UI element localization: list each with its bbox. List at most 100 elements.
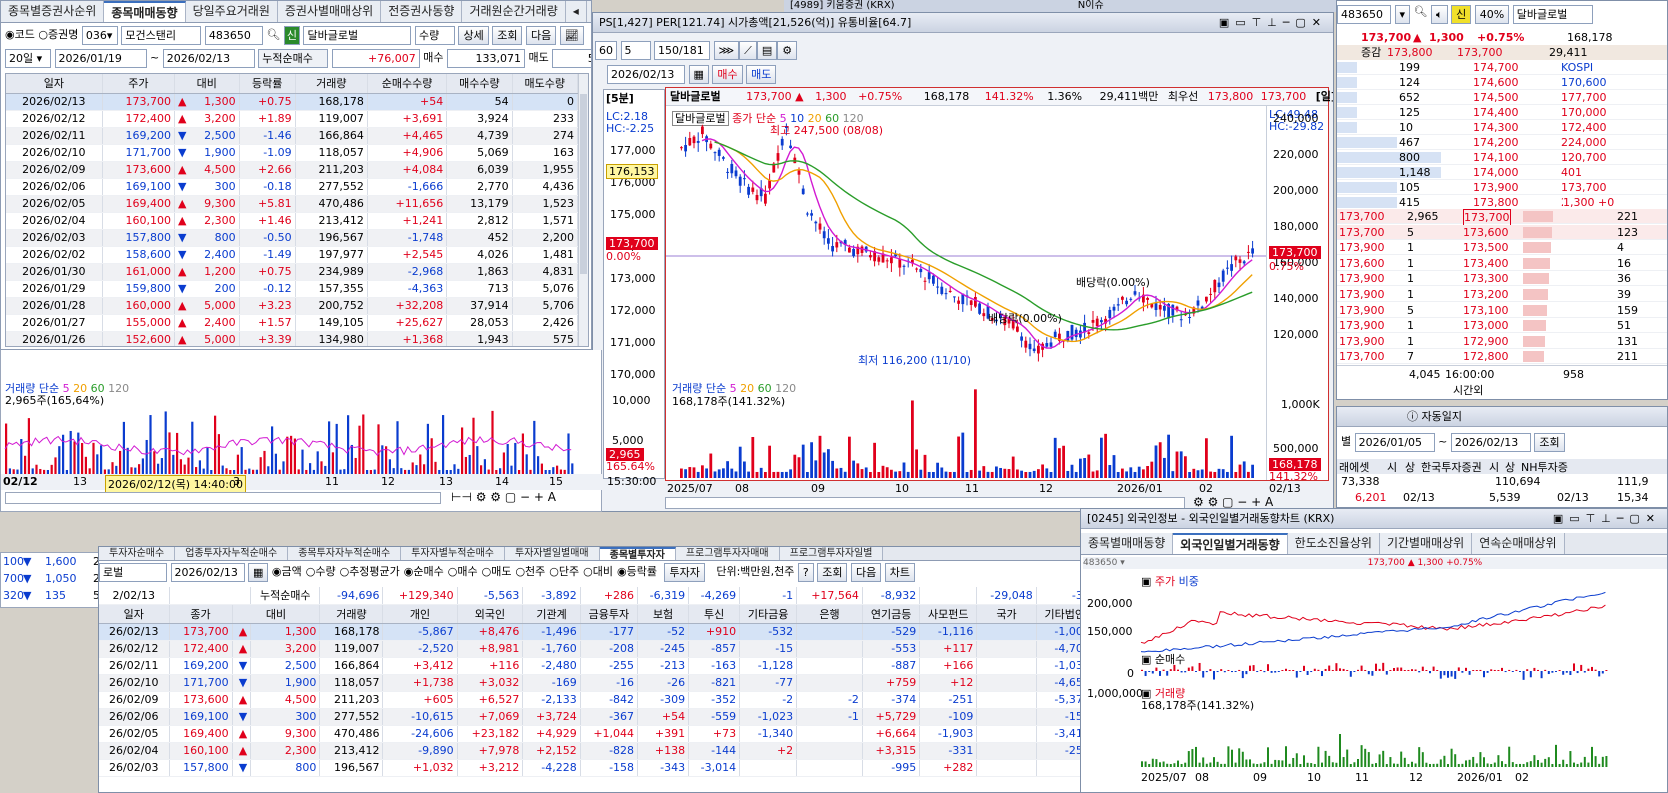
radio-name[interactable]: ○증권명 xyxy=(38,28,78,41)
table-row[interactable]: 2026/02/03 157,800 ▼ 800 -0.50 196,567 -1,748 4… xyxy=(6,229,579,247)
chart-icon[interactable]: 📈︎ xyxy=(559,26,584,45)
code-prefix-select[interactable]: 036▾ xyxy=(81,26,118,45)
table-row[interactable]: 2026/01/28 160,000 ▲ 5,000 +3.23 200,752 +32,2… xyxy=(6,297,579,315)
minute-zoom-tools[interactable]: ⊢⊣ ⚙ ⚙ ▢ − + A xyxy=(451,490,556,504)
left-col-7[interactable]: 매도수량 xyxy=(512,74,579,94)
table-row[interactable]: 26/02/06 169,100 ▼ 300 277,552 -10,615 +7,069 +… xyxy=(99,708,1149,726)
investor-calendar-icon[interactable]: ▦ xyxy=(248,563,269,582)
table-row[interactable]: 26/02/12 172,400 ▲ 3,200 119,007 -2,520 +8,981… xyxy=(99,640,1149,658)
left-tab-1[interactable]: 종목매매동향 xyxy=(104,1,186,22)
investor-stock[interactable]: 로벌 xyxy=(99,563,167,582)
left-grid-scrollbar[interactable] xyxy=(578,74,588,346)
table-row[interactable]: 26/02/10 171,700 ▼ 1,900 118,057 +1,738 +3,032… xyxy=(99,674,1149,692)
investor-col-1[interactable]: 종가 xyxy=(169,604,233,624)
stock-code-field[interactable]: 483650 xyxy=(204,26,263,45)
ob-bid-row[interactable]: 173,600 1 173,400 16 xyxy=(1337,256,1667,271)
gear-icon[interactable]: ⚙ xyxy=(777,41,798,60)
ob-ask-row[interactable]: 10 174,300 172,400 xyxy=(1337,120,1667,135)
investor-button[interactable]: 투자자 xyxy=(664,563,705,582)
n60-field[interactable]: 60 xyxy=(595,41,617,60)
foreign-tab-4[interactable]: 연속순매매상위 xyxy=(1472,533,1565,554)
tab-prev-icon[interactable]: ◂ xyxy=(565,1,587,22)
table-row[interactable]: 2026/01/29 159,800 ▼ 200 -0.12 157,355 -4,363 7… xyxy=(6,280,579,298)
table-row[interactable]: 2026/02/02 158,600 ▼ 2,400 -1.49 197,977 +2,54… xyxy=(6,246,579,264)
chart-date[interactable]: 2026/02/13 xyxy=(607,65,685,84)
investor-col-3[interactable]: 거래량 xyxy=(319,604,384,624)
investor-opt-5[interactable]: ○매도 xyxy=(482,565,512,578)
ob-bid-row[interactable]: 173,900 1 172,900 131 xyxy=(1337,334,1667,349)
investor-col-10[interactable]: 기타금융 xyxy=(739,604,798,624)
table-row[interactable]: 2026/02/04 160,100 ▲ 2,300 +1.46 213,412 +1,24… xyxy=(6,212,579,230)
foreign-tab-2[interactable]: 한도소진율상위 xyxy=(1287,533,1380,554)
ob-name[interactable]: 달바글로벌 xyxy=(1512,5,1593,24)
table-row[interactable]: 26/02/11 169,200 ▼ 2,500 166,864 +3,412 +116 -2… xyxy=(99,657,1149,675)
table-row[interactable]: 26/02/04 160,100 ▲ 2,300 213,412 -9,890 +7,978… xyxy=(99,742,1149,760)
auto-date1[interactable]: 2026/01/05 xyxy=(1354,433,1435,452)
calendar-icon[interactable]: ▦ xyxy=(688,65,709,84)
investor-chart[interactable]: 차트 xyxy=(884,563,915,582)
tool-icon-1[interactable]: ⋙ xyxy=(713,41,740,60)
investor-col-8[interactable]: 보험 xyxy=(637,604,690,624)
chart-zoom-tools[interactable]: ⚙ ⚙ ▢ − + A xyxy=(1193,495,1273,509)
table-row[interactable]: 2026/02/13 173,700 ▲ 1,300 +0.75 168,178 +54 54… xyxy=(6,93,579,111)
radio-code[interactable]: ◉코드 xyxy=(5,28,35,41)
ob-ask-row[interactable]: 652 174,500 177,700 xyxy=(1337,90,1667,105)
qty-type-select[interactable]: 수량 xyxy=(414,26,455,45)
ob-bid-row[interactable]: 173,700 5 173,600 123 xyxy=(1337,224,1667,240)
left-grid-scroll-thumb[interactable] xyxy=(580,94,587,274)
table-row[interactable]: 2026/02/12 172,400 ▲ 3,200 +1.89 119,007 +3,69… xyxy=(6,110,579,128)
investor-tab-7[interactable]: 프로그램투자자일별 xyxy=(779,547,884,560)
chart-sell-button[interactable]: 매도 xyxy=(746,65,777,84)
left-col-1[interactable]: 주가 xyxy=(102,74,175,94)
investor-col-9[interactable]: 투신 xyxy=(688,604,741,624)
n5-field[interactable]: 5 xyxy=(620,41,651,60)
table-row[interactable]: 26/02/05 169,400 ▲ 9,300 470,486 -24,606 +23,1… xyxy=(99,725,1149,743)
left-col-2[interactable]: 대비 xyxy=(174,74,240,94)
ob-bid-row[interactable]: 173,900 1 173,200 39 xyxy=(1337,287,1667,302)
investor-tab-4[interactable]: 투자자별일별매매 xyxy=(505,547,600,560)
left-col-3[interactable]: 등락률 xyxy=(239,74,296,94)
investor-tab-2[interactable]: 종목투자자누적순매수 xyxy=(288,547,402,560)
left-tab-3[interactable]: 증권사별매매상위 xyxy=(277,1,382,22)
left-col-5[interactable]: 순매수수량 xyxy=(367,74,448,94)
ob-bid-row[interactable]: 173,900 5 173,100 159 xyxy=(1337,303,1667,318)
table-row[interactable]: 2026/01/30 161,000 ▲ 1,200 +0.75 234,989 -2,96… xyxy=(6,263,579,281)
search-icon[interactable]: 🔍︎ xyxy=(266,28,280,42)
investor-date[interactable]: 2026/02/13 xyxy=(170,563,245,582)
investor-opt-4[interactable]: ○매수 xyxy=(448,565,478,578)
table-row[interactable]: 2026/02/09 173,600 ▲ 4,500 +2.66 211,203 +4,08… xyxy=(6,161,579,179)
investor-opt-9[interactable]: ◉등락률 xyxy=(617,565,657,578)
foreign-tab-0[interactable]: 종목별매매동향 xyxy=(1081,533,1174,554)
help-button[interactable]: ? xyxy=(797,563,814,582)
save-icon[interactable]: ▤ xyxy=(756,41,778,60)
investor-opt-1[interactable]: ○수량 xyxy=(306,565,336,578)
ob-bid-row[interactable]: 173,700 2,965 173,700 221 xyxy=(1337,209,1667,226)
left-tab-4[interactable]: 전증권사동향 xyxy=(381,1,463,22)
left-tab-5[interactable]: 거래원순간거래량 xyxy=(462,1,566,22)
investor-opt-3[interactable]: ◉순매수 xyxy=(404,565,444,578)
ob-ask-row[interactable]: 1,148 174,000 401 xyxy=(1337,165,1667,180)
investor-col-14[interactable]: 국가 xyxy=(976,604,1037,624)
left-col-0[interactable]: 일자 xyxy=(6,74,103,94)
ob-bid-row[interactable]: 173,700 7 172,800 211 xyxy=(1337,349,1667,365)
ob-bid-row[interactable]: 173,900 1 173,000 51 xyxy=(1337,318,1667,334)
ob-dropdown[interactable]: ▾ xyxy=(1394,5,1411,24)
investor-opt-0[interactable]: ◉금액 xyxy=(272,565,302,578)
ob-ask-row[interactable]: 124 174,600 170,600 xyxy=(1337,75,1667,90)
ob-ask-row[interactable]: 467 174,200 224,000 xyxy=(1337,135,1667,150)
table-row[interactable]: 26/02/13 173,700 ▲ 1,300 168,178 -5,867 +8,476… xyxy=(99,623,1149,641)
investor-col-11[interactable]: 은행 xyxy=(796,604,863,624)
table-row[interactable]: 2026/02/11 169,200 ▼ 2,500 -1.46 166,864 +4,46… xyxy=(6,127,579,145)
ob-ask-row[interactable]: 415173,8002,965 xyxy=(1337,195,1667,210)
foreign-tab-3[interactable]: 기간별매매상위 xyxy=(1379,533,1473,554)
investor-opt-8[interactable]: ○대비 xyxy=(583,565,613,578)
date-from[interactable]: 2026/01/19 xyxy=(54,49,147,68)
stock-select[interactable]: 달바글로벌 xyxy=(303,26,412,45)
table-row[interactable]: 2026/02/06 169,100 ▼ 300 -0.18 277,552 -1,666 2… xyxy=(6,178,579,196)
investor-tab-3[interactable]: 투자자별누적순매수 xyxy=(401,547,506,560)
auto-date2[interactable]: 2026/02/13 xyxy=(1450,433,1531,452)
ob-ask-row[interactable]: 199 174,700 KOSPI xyxy=(1337,60,1667,75)
investor-tab-6[interactable]: 프로그램투자자매매 xyxy=(675,547,780,560)
count-field[interactable]: 150/181 xyxy=(654,41,710,60)
table-row[interactable]: 2026/02/05 169,400 ▲ 9,300 +5.81 470,486 +11,6… xyxy=(6,195,579,213)
